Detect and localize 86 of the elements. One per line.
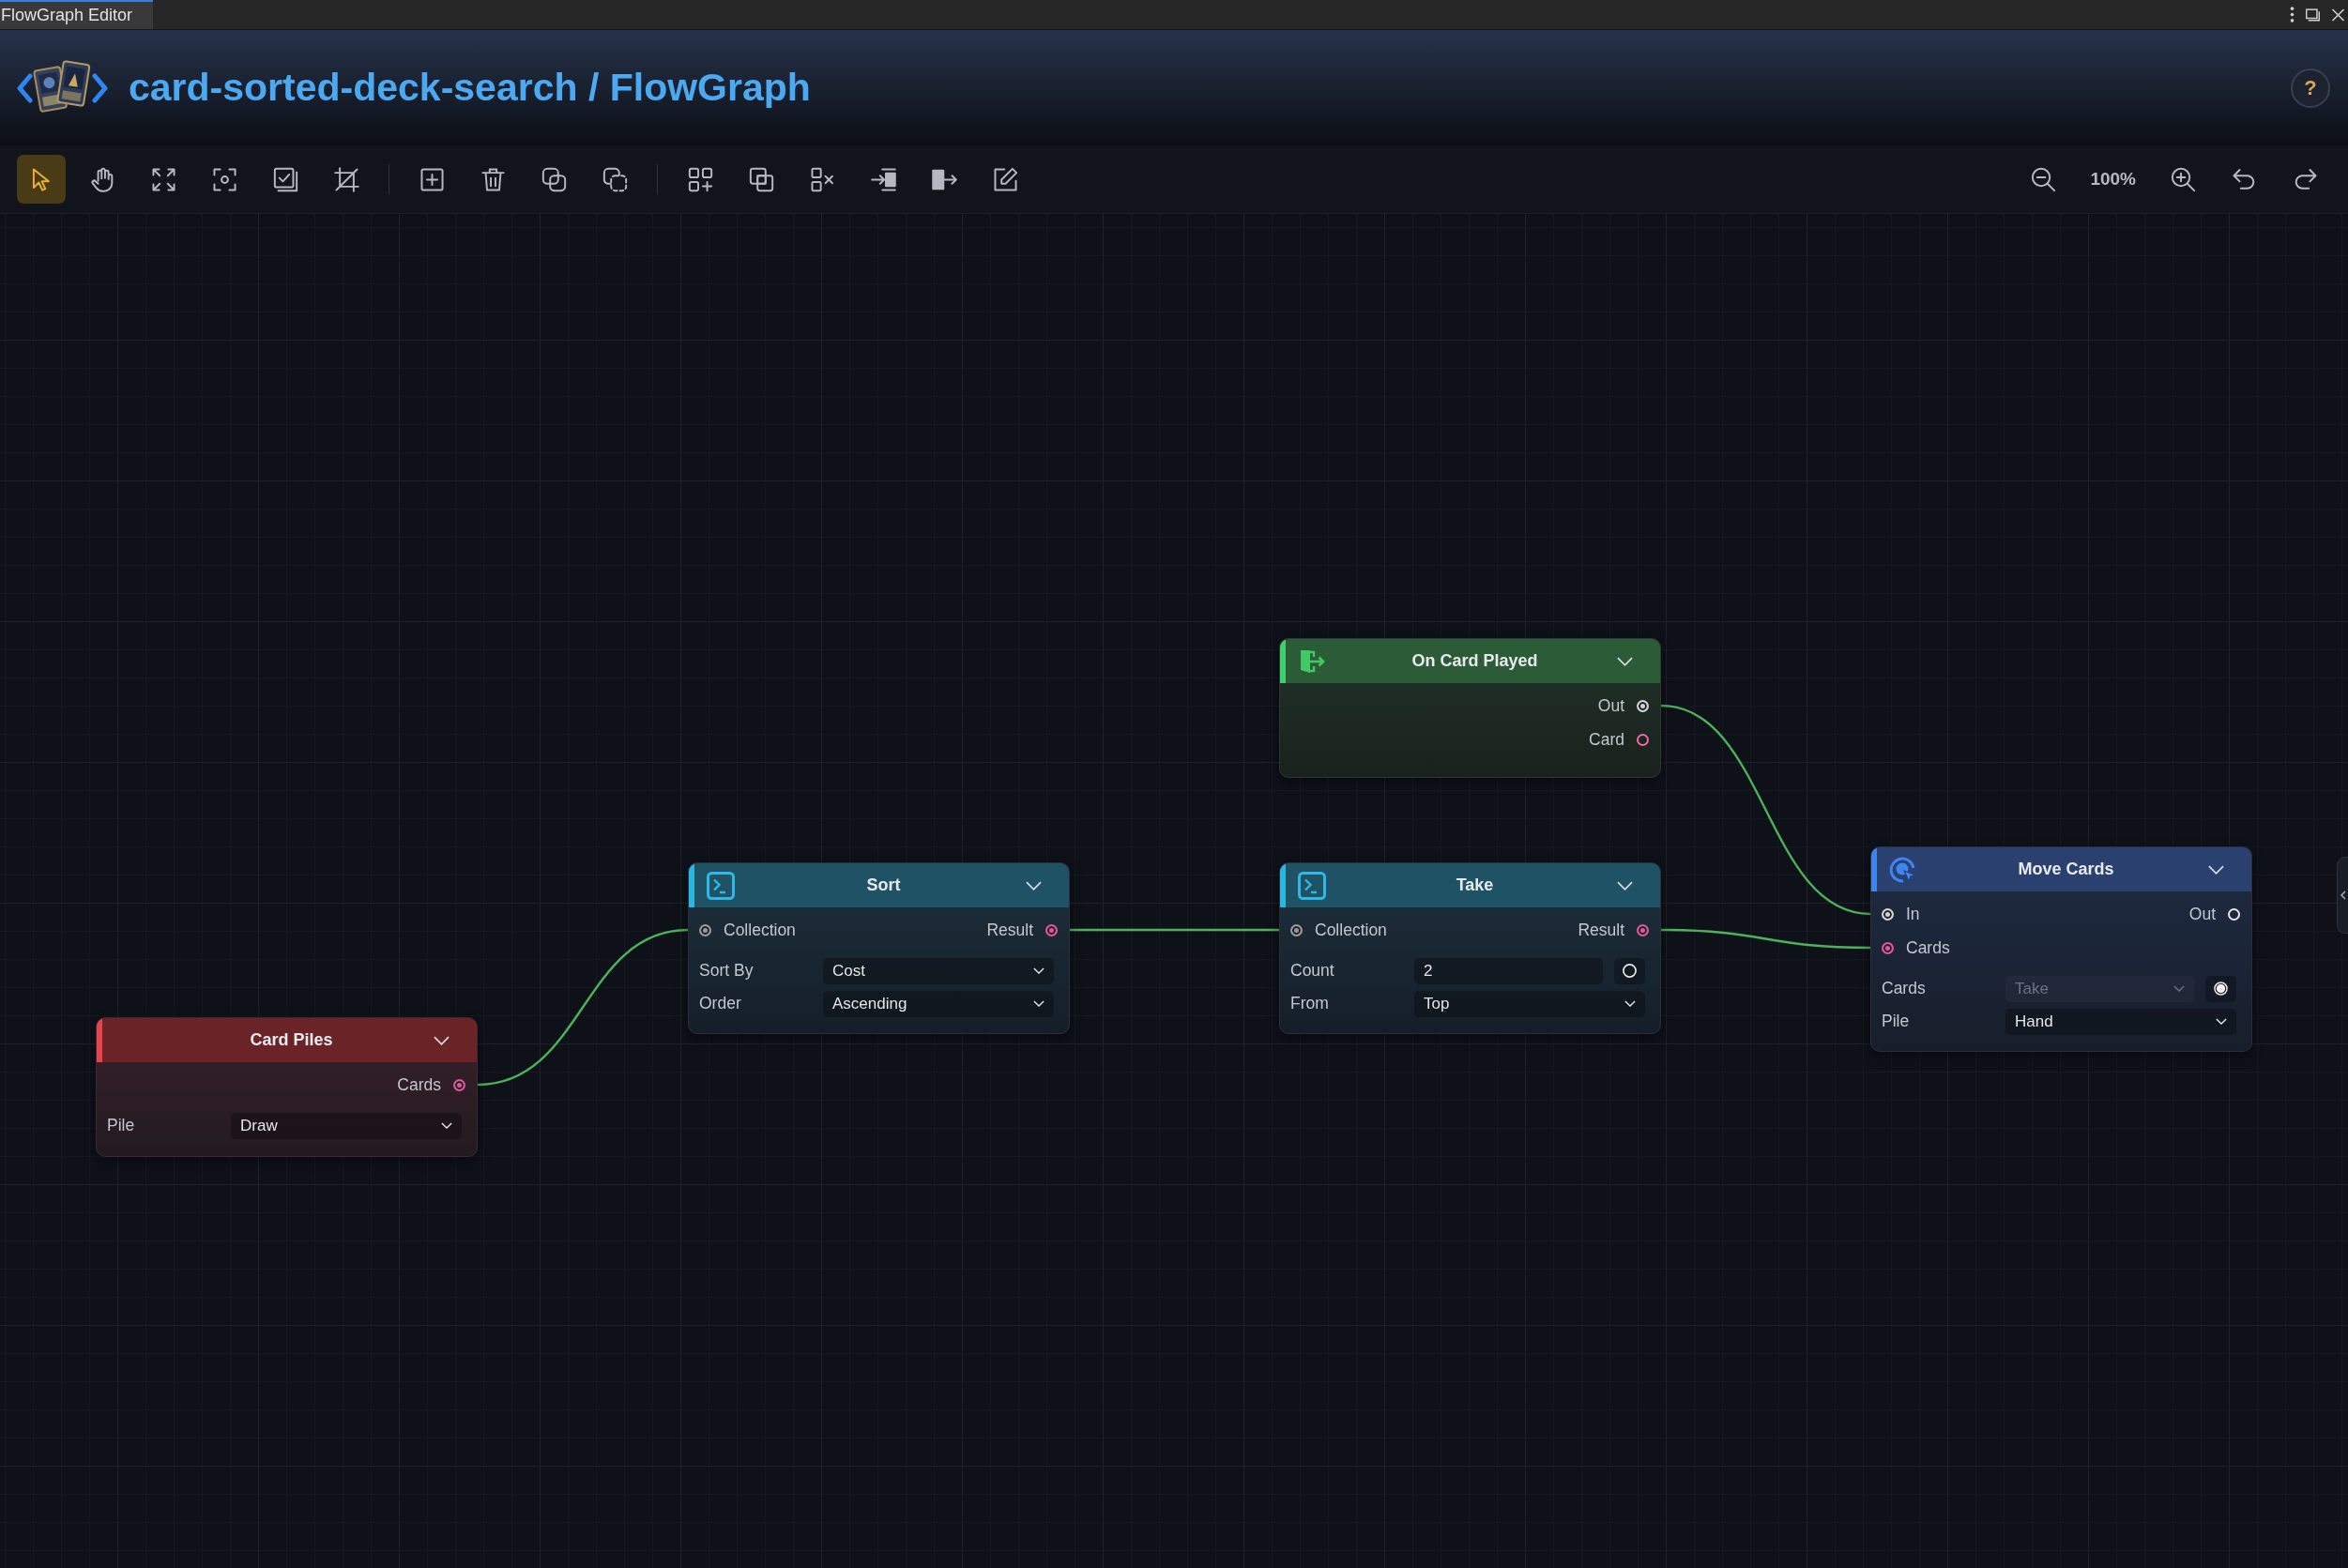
port-dot-icon[interactable] bbox=[1290, 923, 1303, 936]
node-header[interactable]: Card Piles bbox=[97, 1018, 477, 1062]
chevron-down-icon[interactable] bbox=[1026, 880, 1042, 891]
field-label: Count bbox=[1290, 961, 1335, 981]
port-label: In bbox=[1906, 904, 1920, 924]
zoom-in-icon bbox=[2170, 166, 2196, 192]
chevron-down-icon[interactable] bbox=[434, 1035, 450, 1045]
graph-node[interactable]: Sort Collection Result Sort By Cost Order Ascending bbox=[688, 862, 1070, 1034]
node-title: Move Cards bbox=[2017, 860, 2115, 879]
port-dot-icon[interactable] bbox=[1637, 733, 1649, 746]
checkbox-stack-icon bbox=[272, 166, 298, 192]
field-label: Order bbox=[699, 994, 742, 1013]
pencil-square-icon bbox=[992, 166, 1018, 192]
help-button[interactable]: ? bbox=[2291, 68, 2330, 108]
field-label: Pile bbox=[107, 1116, 136, 1135]
dropdown[interactable]: Cost bbox=[823, 957, 1054, 984]
zoom-out-icon bbox=[2030, 166, 2056, 192]
chevron-down-icon bbox=[1033, 1000, 1044, 1007]
undo-icon bbox=[2231, 166, 2257, 192]
side-panel-handle[interactable] bbox=[2337, 857, 2348, 934]
page-title: card-sorted-deck-search / FlowGraph bbox=[129, 66, 812, 110]
focus-frame-icon bbox=[211, 166, 237, 192]
graph-node[interactable]: Card Piles Cards Pile Draw bbox=[96, 1017, 478, 1157]
arrow-into-block-icon bbox=[870, 166, 896, 192]
nested-squares-icon bbox=[748, 166, 774, 192]
port-label: Cards bbox=[1906, 937, 1950, 958]
port-label: Card bbox=[1589, 729, 1624, 750]
chevron-down-icon[interactable] bbox=[1617, 656, 1633, 666]
trash-icon bbox=[480, 166, 506, 192]
field-label: From bbox=[1290, 994, 1330, 1013]
zoom-level-label: 100% bbox=[2089, 169, 2137, 190]
chevron-down-icon bbox=[1033, 967, 1044, 974]
port-dot-icon[interactable] bbox=[453, 1078, 465, 1091]
port-label: Collection bbox=[1315, 920, 1387, 940]
dropdown[interactable]: Top bbox=[1414, 990, 1645, 1017]
chevron-left-icon bbox=[2340, 891, 2346, 900]
dropdown[interactable]: Hand bbox=[2005, 1008, 2236, 1035]
close-icon[interactable] bbox=[2331, 8, 2345, 22]
port-label: Result bbox=[1578, 920, 1624, 940]
overlapping-windows-icon[interactable] bbox=[2306, 8, 2320, 22]
terminal-icon bbox=[1298, 871, 1326, 900]
chevron-down-icon[interactable] bbox=[1617, 880, 1633, 891]
chevron-down-icon bbox=[1624, 1000, 1636, 1007]
node-title: On Card Played bbox=[1410, 651, 1539, 671]
select-tool-button[interactable] bbox=[17, 155, 66, 204]
port-dot-icon[interactable] bbox=[1045, 923, 1058, 936]
field-label: Cards bbox=[1882, 979, 1927, 998]
grid-plus-icon bbox=[687, 166, 713, 192]
dropdown[interactable]: Draw bbox=[231, 1112, 462, 1139]
node-header[interactable]: On Card Played bbox=[1280, 639, 1660, 683]
overlapping-squares-icon bbox=[541, 166, 567, 192]
node-header[interactable]: Take bbox=[1280, 863, 1660, 907]
node-title: Sort bbox=[865, 875, 902, 895]
dropdown[interactable]: Ascending bbox=[823, 990, 1054, 1017]
crop-icon bbox=[333, 166, 359, 192]
chevron-down-icon bbox=[441, 1122, 452, 1129]
target-cursor-icon bbox=[1889, 855, 1917, 884]
port-dot-icon[interactable] bbox=[1637, 923, 1649, 936]
dashed-squares-icon bbox=[602, 166, 628, 192]
squares-x-icon bbox=[809, 166, 835, 192]
node-header[interactable]: Sort bbox=[689, 863, 1069, 907]
field-label: Sort By bbox=[699, 961, 755, 981]
hand-icon bbox=[89, 166, 115, 192]
bind-button[interactable] bbox=[2205, 975, 2236, 1002]
node-title: Take bbox=[1455, 875, 1495, 895]
editor-tab[interactable]: FlowGraph Editor bbox=[0, 0, 154, 29]
graph-node[interactable]: On Card Played Out Card bbox=[1279, 638, 1661, 778]
chevron-down-icon[interactable] bbox=[2208, 864, 2224, 875]
port-label: Cards bbox=[397, 1074, 441, 1095]
graph-node[interactable]: Take Collection Result Count 2 From Top bbox=[1279, 862, 1661, 1034]
kebab-menu-icon[interactable] bbox=[2290, 7, 2295, 23]
plus-square-icon bbox=[419, 166, 445, 192]
port-dot-icon[interactable] bbox=[1882, 941, 1894, 954]
field-label: Pile bbox=[1882, 1012, 1911, 1031]
chevron-down-icon bbox=[2173, 985, 2185, 992]
port-label: Out bbox=[1597, 695, 1624, 716]
port-label: Collection bbox=[724, 920, 796, 940]
port-label: Out bbox=[2188, 904, 2216, 924]
terminal-icon bbox=[707, 871, 735, 900]
port-label: Result bbox=[986, 920, 1033, 940]
node-title: Card Piles bbox=[249, 1030, 334, 1050]
node-header[interactable]: Move Cards bbox=[1871, 847, 2251, 891]
chevron-down-icon bbox=[2216, 1018, 2227, 1025]
port-dot-icon[interactable] bbox=[699, 923, 711, 936]
bind-button[interactable] bbox=[1614, 957, 1645, 984]
expand-corners-icon bbox=[150, 166, 176, 192]
